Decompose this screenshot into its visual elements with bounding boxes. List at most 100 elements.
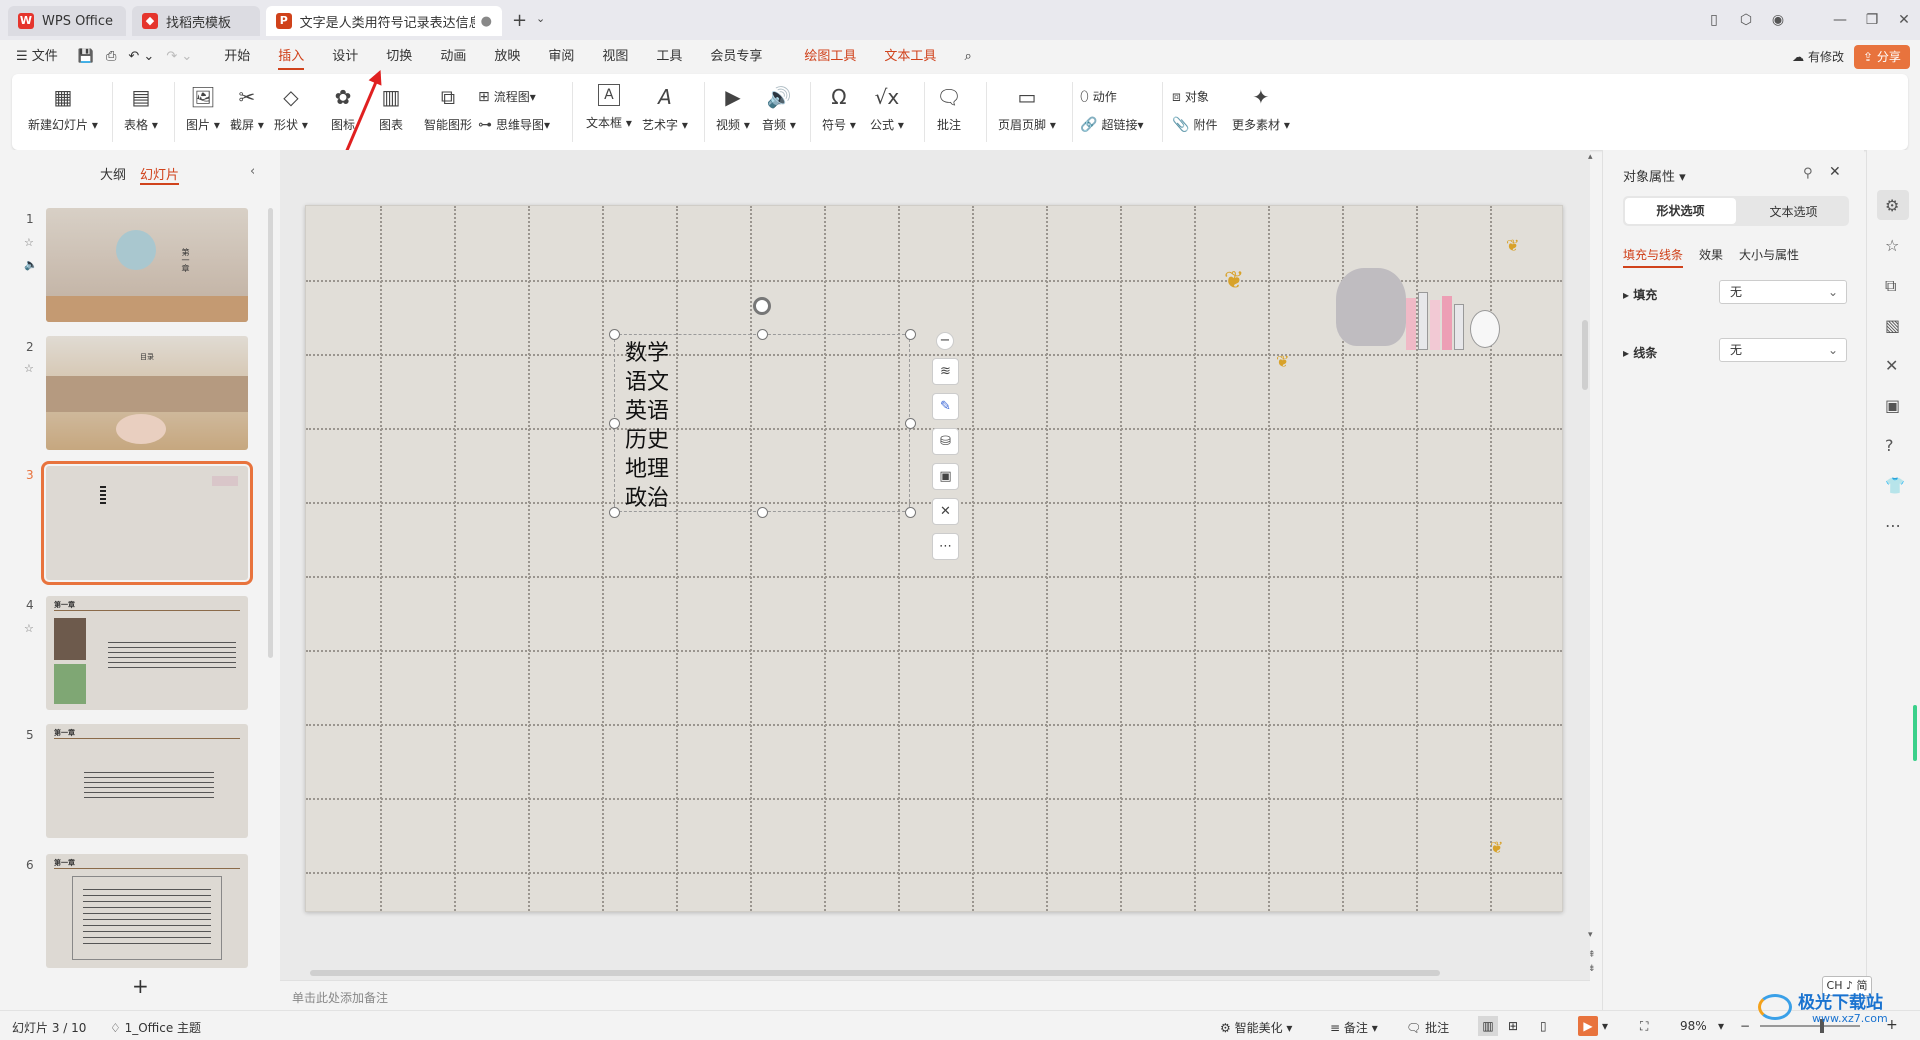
scroll-down-icon[interactable]: ▾ bbox=[1588, 930, 1593, 940]
new-slide-button[interactable]: ▦ 新建幻灯片 ▾ bbox=[28, 84, 98, 133]
beautify-button[interactable]: ⚙ 智能美化 ▾ bbox=[1220, 1019, 1292, 1036]
formula-button[interactable]: √x 公式 ▾ bbox=[870, 84, 904, 133]
comments-button[interactable]: 🗨 批注 bbox=[1406, 1019, 1449, 1036]
star-icon[interactable]: ☆ bbox=[24, 362, 34, 375]
menu-view[interactable]: 视图 bbox=[588, 40, 642, 74]
wordart-button[interactable]: A 艺术字 ▾ bbox=[642, 84, 688, 133]
close-window-icon[interactable]: ✕ bbox=[1888, 12, 1920, 28]
pen-icon[interactable]: ✎ bbox=[932, 393, 959, 420]
share-button[interactable]: ⇪ 分享 bbox=[1854, 45, 1910, 69]
pin-icon[interactable]: ⚲ bbox=[1803, 166, 1813, 181]
chevron-down-icon[interactable]: ▾ bbox=[1602, 1019, 1608, 1033]
star-icon[interactable]: ☆ bbox=[24, 622, 34, 635]
fill-section-toggle[interactable]: ▸ 填充 bbox=[1623, 286, 1657, 303]
menu-animation[interactable]: 动画 bbox=[426, 40, 480, 74]
resize-handle[interactable] bbox=[609, 418, 620, 429]
scrollbar[interactable] bbox=[268, 208, 273, 658]
slide-thumb-3[interactable] bbox=[41, 461, 253, 585]
help-icon[interactable]: ? bbox=[1885, 436, 1894, 455]
smartart-button[interactable]: ⧉ 智能图形 bbox=[424, 84, 472, 133]
slide-3[interactable]: ❦ ❦ ❦ ❦ 数学 语文 英语 历史 地理 政治 − ≋ ✎ ⛁ ▣ ✕ ⋯ bbox=[305, 205, 1563, 912]
tools-icon[interactable]: ✕ bbox=[932, 498, 959, 525]
flowchart-button[interactable]: ⊞ 流程图 ▾ bbox=[478, 88, 536, 105]
star-icon[interactable]: ☆ bbox=[1885, 236, 1899, 255]
reading-view-icon[interactable]: ▯ bbox=[1540, 1019, 1547, 1033]
menu-tools[interactable]: 工具 bbox=[642, 40, 696, 74]
copy-icon[interactable]: ⧉ bbox=[1885, 276, 1896, 296]
text-box-content[interactable]: 数学 语文 英语 历史 地理 政治 bbox=[625, 339, 669, 513]
print-icon[interactable]: ⎙ bbox=[100, 40, 122, 74]
menu-file[interactable]: ☰ 文件 bbox=[0, 40, 72, 74]
table-button[interactable]: ▤ 表格 ▾ bbox=[124, 84, 158, 133]
slide-thumb-5[interactable]: 第一章 bbox=[46, 724, 248, 838]
layout-icon[interactable]: ▯ bbox=[1698, 12, 1730, 28]
tab-document[interactable]: P 文字是人类用符号记录表达信息以 ● bbox=[266, 6, 502, 36]
menu-drawing-tools[interactable]: 绘图工具 bbox=[790, 40, 870, 74]
tab-outline[interactable]: 大纲 bbox=[100, 164, 126, 185]
layout-icon[interactable]: ▣ bbox=[1885, 396, 1900, 415]
zoom-value[interactable]: 98% bbox=[1680, 1019, 1707, 1033]
tab-template[interactable]: ◆ 找稻壳模板 bbox=[132, 6, 260, 36]
more-icon[interactable]: ⋯ bbox=[1885, 516, 1901, 535]
object-button[interactable]: ⧈ 对象 bbox=[1172, 88, 1209, 105]
shirt-icon[interactable]: 👕 bbox=[1885, 476, 1905, 495]
slide-thumb-1[interactable]: 第一章 bbox=[46, 208, 248, 322]
frame-icon[interactable]: ▣ bbox=[932, 463, 959, 490]
menu-home[interactable]: 开始 bbox=[198, 40, 264, 74]
save-icon[interactable]: 💾 bbox=[72, 40, 100, 74]
shape-options-tab[interactable]: 形状选项 bbox=[1625, 198, 1736, 224]
line-select[interactable]: 无 ⌄ bbox=[1719, 338, 1847, 362]
menu-member[interactable]: 会员专享 bbox=[696, 40, 776, 74]
menu-text-tools[interactable]: 文本工具 bbox=[870, 40, 950, 74]
tab-effects[interactable]: 效果 bbox=[1699, 246, 1723, 268]
notes-button[interactable]: ≡ 备注 ▾ bbox=[1330, 1019, 1378, 1036]
screenshot-button[interactable]: ✂ 截屏 ▾ bbox=[230, 84, 264, 133]
minimize-icon[interactable]: — bbox=[1824, 12, 1856, 28]
resize-handle[interactable] bbox=[905, 418, 916, 429]
more-materials-button[interactable]: ✦ 更多素材 ▾ bbox=[1232, 84, 1290, 133]
slide-thumb-2[interactable]: 目录 bbox=[46, 336, 248, 450]
tab-size-properties[interactable]: 大小与属性 bbox=[1739, 246, 1799, 268]
close-icon[interactable]: ● bbox=[481, 14, 492, 29]
new-tab-icon[interactable]: + bbox=[512, 10, 527, 31]
shape-button[interactable]: ◇ 形状 ▾ bbox=[274, 84, 308, 133]
chevron-down-icon[interactable]: ⌄ bbox=[536, 12, 545, 25]
restore-icon[interactable]: ❐ bbox=[1856, 12, 1888, 28]
menu-insert[interactable]: 插入 bbox=[264, 40, 318, 74]
redo-icon[interactable]: ↷ ⌄ bbox=[160, 40, 198, 74]
collapse-toolbar-icon[interactable]: − bbox=[936, 332, 954, 350]
slide-thumb-4[interactable]: 第一章 bbox=[46, 596, 248, 710]
video-button[interactable]: ▶ 视频 ▾ bbox=[716, 84, 750, 133]
tab-wps-office[interactable]: W WPS Office bbox=[8, 6, 126, 36]
tools-icon[interactable]: ✕ bbox=[1885, 356, 1898, 375]
modified-status[interactable]: ☁ 有修改 bbox=[1792, 48, 1844, 65]
menu-design[interactable]: 设计 bbox=[318, 40, 372, 74]
add-slide-icon[interactable]: + bbox=[132, 974, 149, 998]
collapse-icon[interactable]: ‹ bbox=[250, 164, 255, 179]
rotate-handle-icon[interactable] bbox=[753, 297, 771, 315]
menu-review[interactable]: 审阅 bbox=[534, 40, 588, 74]
vertical-scrollbar[interactable] bbox=[1582, 320, 1588, 390]
chart-button[interactable]: ▥ 图表 bbox=[378, 84, 404, 133]
normal-view-icon[interactable]: ▥ bbox=[1478, 1016, 1498, 1036]
star-icon[interactable]: ☆ bbox=[24, 236, 34, 249]
more-icon[interactable]: ⋯ bbox=[932, 533, 959, 560]
fit-screen-icon[interactable]: ⛶ bbox=[1640, 1019, 1648, 1034]
properties-icon[interactable]: ⚙ bbox=[1885, 196, 1899, 215]
resize-handle[interactable] bbox=[905, 507, 916, 518]
text-box-selected[interactable]: 数学 语文 英语 历史 地理 政治 bbox=[609, 297, 916, 518]
hyperlink-button[interactable]: 🔗 超链接 ▾ bbox=[1080, 116, 1143, 133]
text-options-tab[interactable]: 文本选项 bbox=[1738, 203, 1849, 220]
tab-slides[interactable]: 幻灯片 bbox=[140, 164, 180, 185]
grid-view-icon[interactable]: ⊞ bbox=[1508, 1019, 1518, 1033]
action-button[interactable]: ⬯ 动作 bbox=[1080, 88, 1117, 105]
horizontal-scrollbar[interactable] bbox=[310, 970, 1440, 976]
resize-handle[interactable] bbox=[609, 507, 620, 518]
slide-thumb-6[interactable]: 第一章 bbox=[46, 854, 248, 968]
layers-icon[interactable]: ≋ bbox=[932, 358, 959, 385]
menu-slideshow[interactable]: 放映 bbox=[480, 40, 534, 74]
chevron-down-icon[interactable]: ▾ bbox=[1718, 1019, 1724, 1033]
panel-title[interactable]: 对象属性 ▾ bbox=[1623, 166, 1686, 185]
page-up-icon[interactable]: ⇞ bbox=[1588, 950, 1596, 960]
notes-area[interactable]: 单击此处添加备注 bbox=[280, 980, 1590, 1010]
